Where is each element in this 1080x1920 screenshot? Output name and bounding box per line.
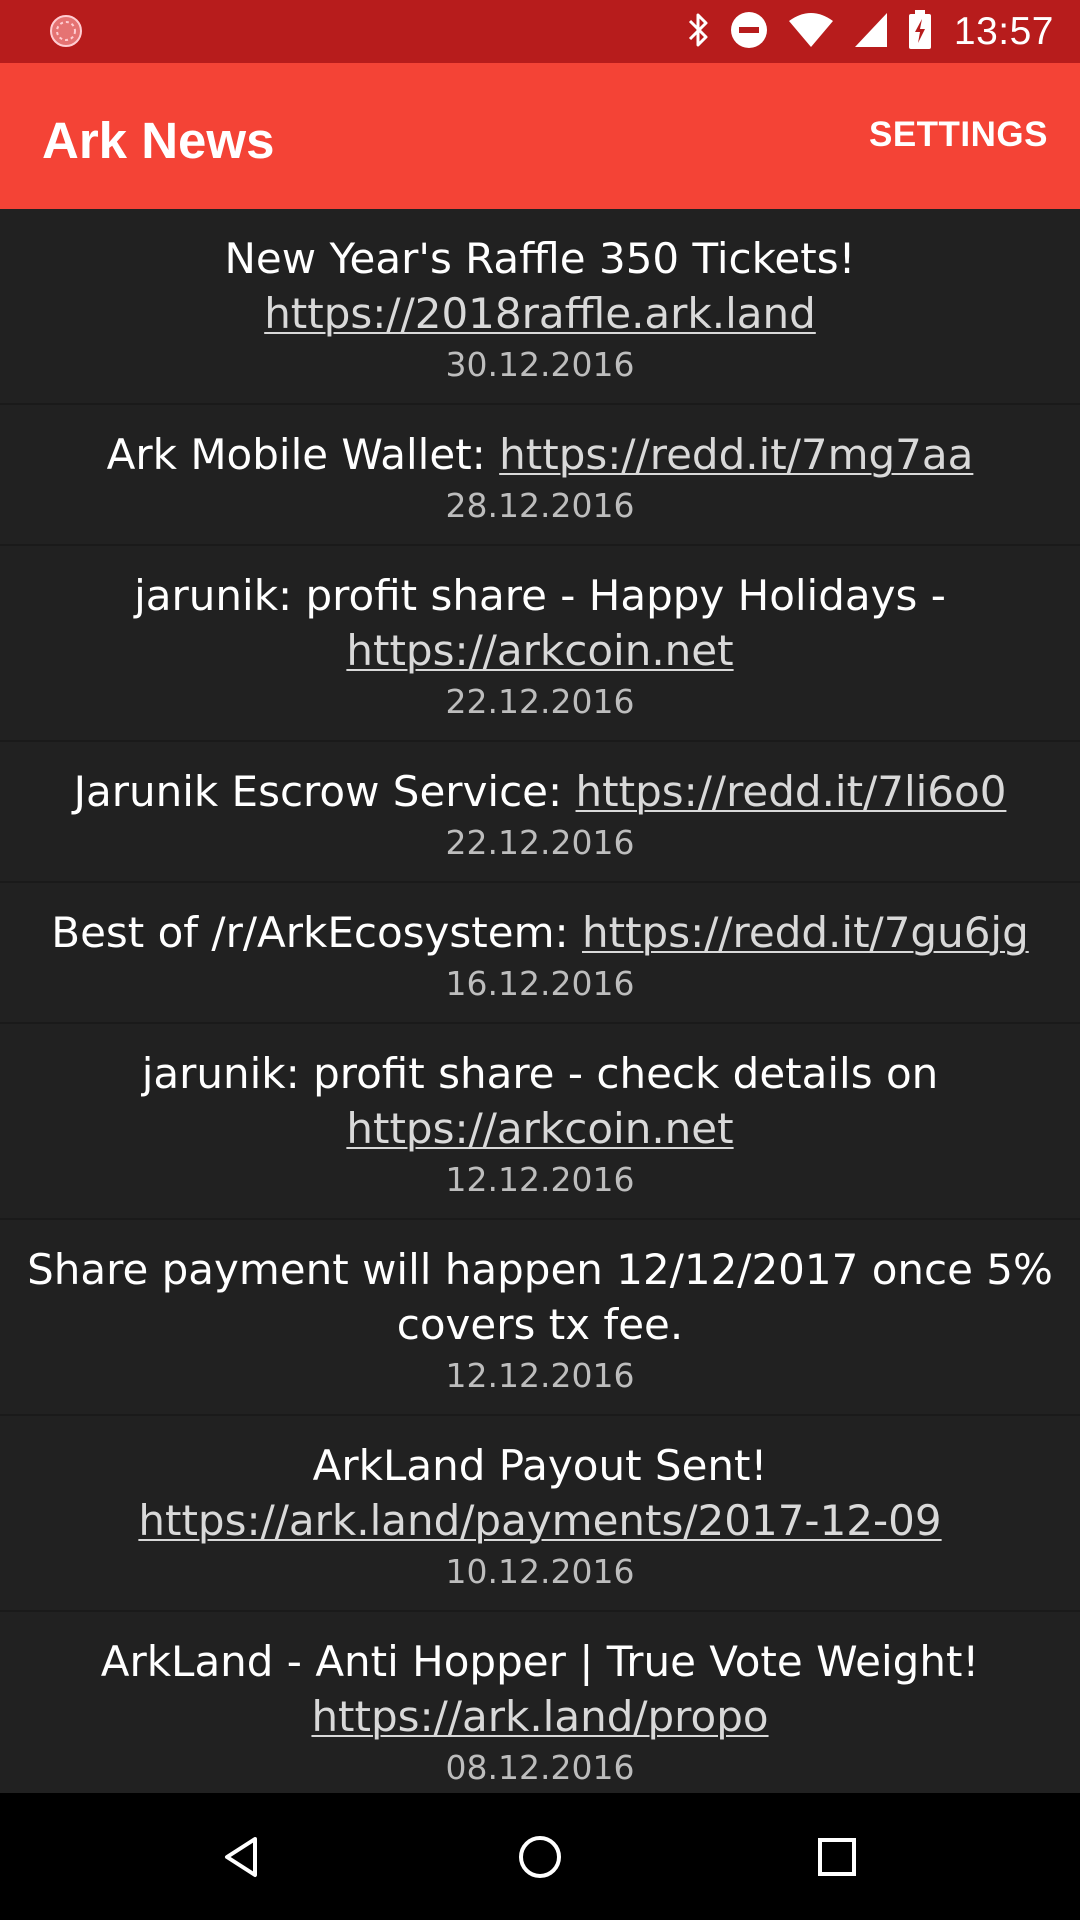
battery-charging-icon <box>908 9 932 54</box>
news-link[interactable]: https://redd.it/7mg7aa <box>499 430 973 479</box>
bluetooth-icon <box>686 11 710 53</box>
news-date: 10.12.2016 <box>445 1552 635 1591</box>
news-date: 22.12.2016 <box>445 682 635 721</box>
news-headline: ArkLand Payout Sent! <box>312 1441 768 1490</box>
news-item[interactable]: New Year's Raffle 350 Tickets! https://20… <box>0 209 1080 405</box>
news-link[interactable]: https://redd.it/7gu6jg <box>582 908 1029 957</box>
navigation-bar <box>0 1793 1080 1920</box>
news-headline: ArkLand - Anti Hopper | True Vote Weight… <box>100 1637 980 1686</box>
home-icon[interactable] <box>508 1825 572 1889</box>
news-headline: New Year's Raffle 350 Tickets! <box>224 234 856 283</box>
news-text: ArkLand - Anti Hopper | True Vote Weight… <box>20 1634 1060 1744</box>
news-item[interactable]: ArkLand Payout Sent! https://ark.land/pay… <box>0 1416 1080 1612</box>
news-date: 30.12.2016 <box>445 345 635 384</box>
news-date: 12.12.2016 <box>445 1160 635 1199</box>
news-link[interactable]: https://arkcoin.net <box>346 626 733 675</box>
news-link[interactable]: https://arkcoin.net <box>346 1104 733 1153</box>
news-link[interactable]: https://ark.land/propo <box>311 1692 768 1741</box>
news-headline: Jarunik Escrow Service: <box>73 767 576 816</box>
news-link[interactable]: https://2018raffle.ark.land <box>264 289 816 338</box>
news-link[interactable]: https://redd.it/7li6o0 <box>576 767 1007 816</box>
news-date: 08.12.2016 <box>445 1748 635 1787</box>
recents-icon[interactable] <box>805 1825 869 1889</box>
news-text: jarunik: profit share - check details on… <box>20 1046 1060 1156</box>
news-text: New Year's Raffle 350 Tickets! https://20… <box>20 231 1060 341</box>
news-item[interactable]: Best of /r/ArkEcosystem: https://redd.it… <box>0 883 1080 1024</box>
news-headline: Best of /r/ArkEcosystem: <box>51 908 582 957</box>
notification-icon <box>49 14 83 48</box>
news-date: 22.12.2016 <box>445 823 635 862</box>
status-bar: 13:57 <box>0 0 1080 63</box>
news-text: Share payment will happen 12/12/2017 onc… <box>20 1242 1060 1352</box>
news-headline: Ark Mobile Wallet: <box>106 430 500 479</box>
status-time: 13:57 <box>953 9 1054 53</box>
news-text: ArkLand Payout Sent! https://ark.land/pay… <box>20 1438 1060 1548</box>
news-text: Jarunik Escrow Service: https://redd.it/… <box>20 764 1060 819</box>
news-date: 12.12.2016 <box>445 1356 635 1395</box>
app-title: Ark News <box>42 112 275 169</box>
news-list[interactable]: New Year's Raffle 350 Tickets! https://20… <box>0 209 1080 1793</box>
wifi-icon <box>788 12 834 52</box>
news-text: Best of /r/ArkEcosystem: https://redd.it… <box>20 905 1060 960</box>
news-headline: jarunik: profit share - Happy Holidays - <box>134 571 946 620</box>
news-item[interactable]: jarunik: profit share - Happy Holidays -… <box>0 546 1080 742</box>
news-link[interactable]: https://ark.land/payments/2017-12-09 <box>138 1496 941 1545</box>
news-item[interactable]: Jarunik Escrow Service: https://redd.it/… <box>0 742 1080 883</box>
news-item[interactable]: ArkLand - Anti Hopper | True Vote Weight… <box>0 1612 1080 1793</box>
signal-icon <box>854 12 888 52</box>
news-item[interactable]: jarunik: profit share - check details on… <box>0 1024 1080 1220</box>
news-headline: jarunik: profit share - check details on <box>141 1049 939 1098</box>
settings-button[interactable]: SETTINGS <box>869 115 1048 155</box>
news-text: jarunik: profit share - Happy Holidays -… <box>20 568 1060 678</box>
news-text: Ark Mobile Wallet: https://redd.it/7mg7a… <box>20 427 1060 482</box>
news-date: 16.12.2016 <box>445 964 635 1003</box>
do-not-disturb-icon <box>730 11 768 53</box>
news-headline: Share payment will happen 12/12/2017 onc… <box>27 1245 1053 1349</box>
news-item[interactable]: Ark Mobile Wallet: https://redd.it/7mg7a… <box>0 405 1080 546</box>
back-icon[interactable] <box>209 1825 273 1889</box>
news-item[interactable]: Share payment will happen 12/12/2017 onc… <box>0 1220 1080 1416</box>
app-bar: Ark News SETTINGS <box>0 63 1080 209</box>
news-date: 28.12.2016 <box>445 486 635 525</box>
